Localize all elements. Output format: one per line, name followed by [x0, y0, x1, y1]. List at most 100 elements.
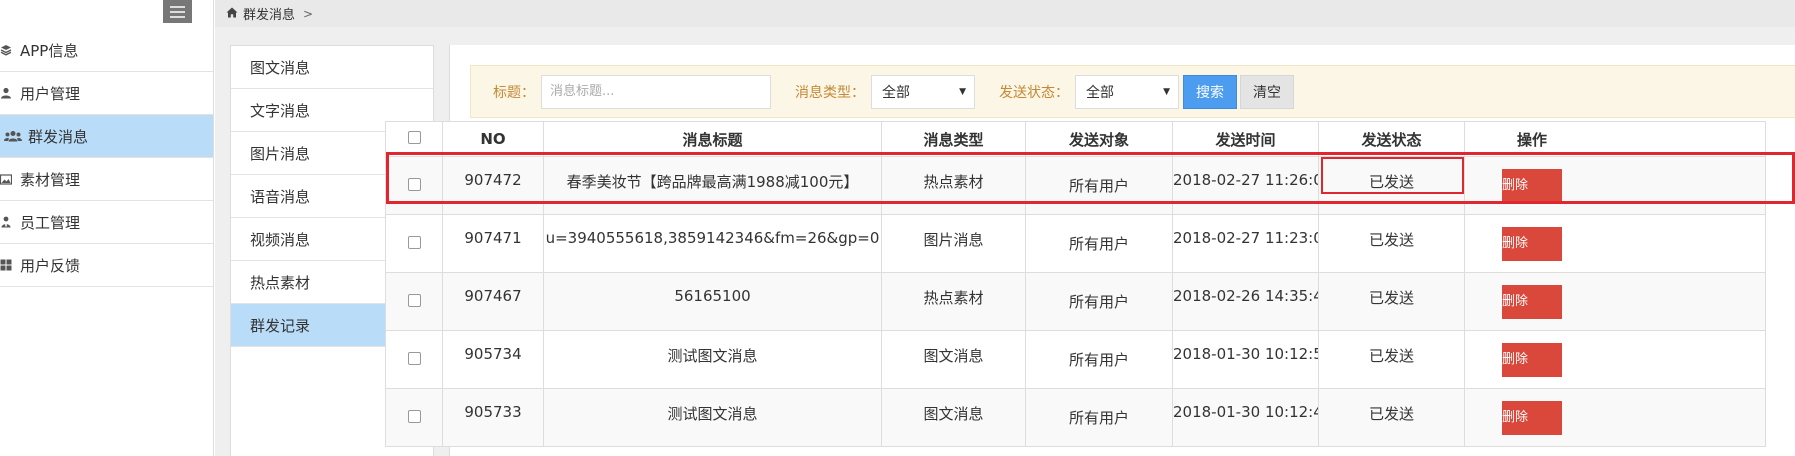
- cell-status: 已发送: [1318, 330, 1465, 389]
- cell-title: 春季美妆节【跨品牌最高满1988减100元】: [543, 156, 882, 215]
- sidebar-item-app-info[interactable]: APP信息: [0, 29, 213, 72]
- home-icon[interactable]: [226, 7, 238, 21]
- row-checkbox-cell: [385, 272, 443, 331]
- table-row: 907471 u=3940555618,3859142346&fm=26&gp=…: [385, 214, 1766, 273]
- sidebar-item-label: 群发消息: [28, 127, 89, 146]
- cell-actions: 删除: [1464, 156, 1766, 215]
- table-header-row: NO 消息标题 消息类型 发送对象 发送时间 发送状态 操作: [385, 121, 1766, 157]
- title-filter-label: 标题：: [493, 84, 535, 101]
- cell-status: 已发送: [1318, 156, 1465, 215]
- cell-target: 所有用户: [1025, 388, 1173, 447]
- breadcrumb: 群发消息 >: [215, 0, 1795, 27]
- sidebar-item-label: 用户管理: [20, 84, 81, 103]
- type-select-value: 全部: [882, 84, 910, 101]
- row-checkbox-cell: [385, 156, 443, 215]
- cell-title: 测试图文消息: [543, 388, 882, 447]
- sidebar-item-materials[interactable]: 素材管理: [0, 158, 213, 201]
- cell-status: 已发送: [1318, 272, 1465, 331]
- user-icon: [0, 86, 14, 100]
- cell-target: 所有用户: [1025, 214, 1173, 273]
- cell-status: 已发送: [1318, 388, 1465, 447]
- column-header-status: 发送状态: [1318, 121, 1465, 157]
- records-table: NO 消息标题 消息类型 发送对象 发送时间 发送状态 操作 907472 春季…: [385, 121, 1766, 447]
- sidebar-header: [0, 0, 213, 29]
- image-icon: [0, 172, 14, 186]
- cell-actions: 删除: [1464, 330, 1766, 389]
- row-checkbox-cell: [385, 330, 443, 389]
- layers-icon: [0, 43, 14, 57]
- cell-time: 2018-02-26 14:35:46: [1172, 272, 1319, 331]
- column-header-type: 消息类型: [881, 121, 1026, 157]
- select-all-checkbox-cell: [385, 121, 443, 157]
- column-header-title: 消息标题: [543, 121, 882, 157]
- cell-no: 905734: [442, 330, 544, 389]
- cell-target: 所有用户: [1025, 330, 1173, 389]
- column-header-actions: 操作: [1464, 121, 1766, 157]
- delete-button[interactable]: 删除: [1502, 342, 1562, 377]
- cell-title: 测试图文消息: [543, 330, 882, 389]
- cell-type: 热点素材: [881, 156, 1026, 215]
- cell-no: 905733: [442, 388, 544, 447]
- status-filter-label: 发送状态：: [999, 84, 1069, 101]
- cell-time: 2018-02-27 11:23:02: [1172, 214, 1319, 273]
- cell-title: 56165100: [543, 272, 882, 331]
- row-checkbox[interactable]: [407, 409, 421, 423]
- type-filter-label: 消息类型：: [795, 84, 865, 101]
- row-checkbox-cell: [385, 214, 443, 273]
- filter-bar: 标题： 消息类型： 全部 ▼ 发送状态： 全部 ▼ 搜索 清空: [470, 65, 1795, 118]
- cell-title: u=3940555618,3859142346&fm=26&gp=0: [543, 214, 882, 273]
- sidebar-item-label: APP信息: [20, 41, 79, 60]
- cell-no: 907467: [442, 272, 544, 331]
- delete-button[interactable]: 删除: [1502, 168, 1562, 203]
- sidebar-item-label: 用户反馈: [20, 256, 81, 275]
- select-all-checkbox[interactable]: [407, 131, 421, 144]
- cell-target: 所有用户: [1025, 156, 1173, 215]
- sidebar: APP信息 用户管理 群发消息 素材管理 员工管理 用户反馈: [0, 0, 214, 456]
- status-select-value: 全部: [1086, 84, 1114, 101]
- cell-actions: 删除: [1464, 214, 1766, 273]
- chevron-down-icon: ▼: [959, 86, 966, 97]
- sidebar-item-users[interactable]: 用户管理: [0, 72, 213, 115]
- cell-time: 2018-01-30 10:12:53: [1172, 330, 1319, 389]
- cell-status: 已发送: [1318, 214, 1465, 273]
- row-checkbox[interactable]: [407, 235, 421, 249]
- row-checkbox[interactable]: [407, 177, 421, 191]
- row-checkbox-cell: [385, 388, 443, 447]
- column-header-no: NO: [442, 121, 544, 157]
- cell-target: 所有用户: [1025, 272, 1173, 331]
- cell-no: 907472: [442, 156, 544, 215]
- clear-button[interactable]: 清空: [1240, 74, 1294, 109]
- cell-no: 907471: [442, 214, 544, 273]
- chevron-down-icon: ▼: [1163, 86, 1170, 97]
- cell-type: 图片消息: [881, 214, 1026, 273]
- table-row: 905734 测试图文消息 图文消息 所有用户 2018-01-30 10:12…: [385, 330, 1766, 389]
- subnav-item-rich-message[interactable]: 图文消息: [231, 46, 433, 89]
- row-checkbox[interactable]: [407, 351, 421, 365]
- column-header-time: 发送时间: [1172, 121, 1319, 157]
- table-row: 907472 春季美妆节【跨品牌最高满1988减100元】 热点素材 所有用户 …: [385, 156, 1766, 215]
- cell-type: 图文消息: [881, 388, 1026, 447]
- sidebar-item-feedback[interactable]: 用户反馈: [0, 244, 213, 287]
- sidebar-item-label: 素材管理: [20, 170, 81, 189]
- row-checkbox[interactable]: [407, 293, 421, 307]
- table-row: 905733 测试图文消息 图文消息 所有用户 2018-01-30 10:12…: [385, 388, 1766, 447]
- column-header-target: 发送对象: [1025, 121, 1173, 157]
- type-select[interactable]: 全部 ▼: [871, 74, 975, 109]
- delete-button[interactable]: 删除: [1502, 226, 1562, 261]
- grid-icon: [0, 258, 14, 272]
- sidebar-item-label: 员工管理: [20, 213, 81, 232]
- sidebar-item-broadcast[interactable]: 群发消息: [0, 115, 213, 158]
- delete-button[interactable]: 删除: [1502, 400, 1562, 435]
- sidebar-item-staff[interactable]: 员工管理: [0, 201, 213, 244]
- table-row: 907467 56165100 热点素材 所有用户 2018-02-26 14:…: [385, 272, 1766, 331]
- cell-time: 2018-02-27 11:26:01: [1172, 156, 1319, 215]
- menu-toggle-icon[interactable]: [163, 0, 192, 23]
- breadcrumb-current[interactable]: 群发消息: [243, 4, 295, 23]
- cell-type: 图文消息: [881, 330, 1026, 389]
- cell-actions: 删除: [1464, 272, 1766, 331]
- status-select[interactable]: 全部 ▼: [1075, 74, 1179, 109]
- title-search-input[interactable]: [541, 74, 771, 109]
- delete-button[interactable]: 删除: [1502, 284, 1562, 319]
- users-icon: [4, 129, 22, 143]
- search-button[interactable]: 搜索: [1183, 74, 1237, 109]
